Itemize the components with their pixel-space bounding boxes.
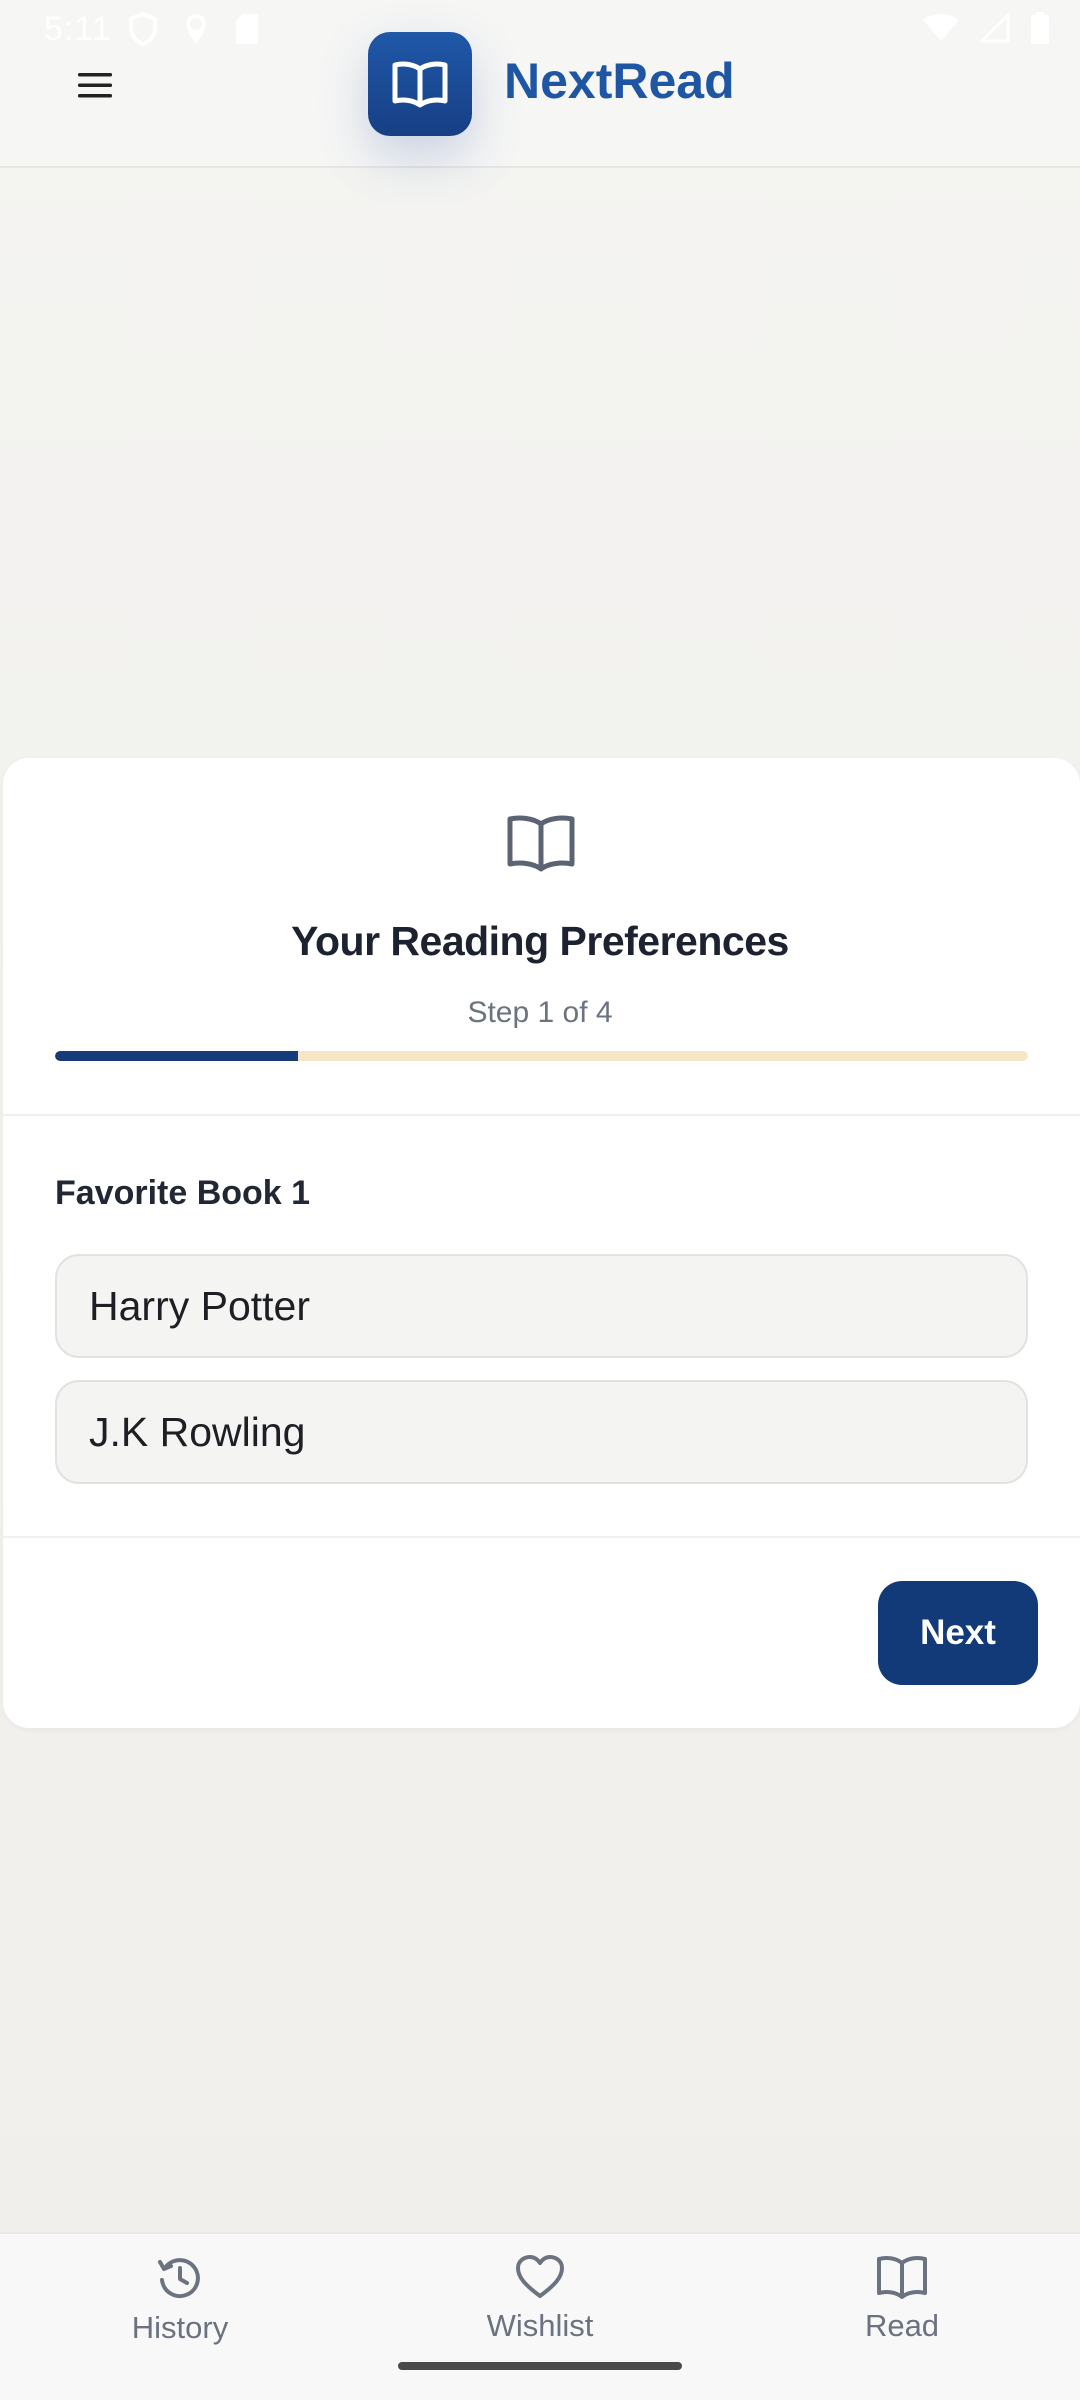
home-indicator xyxy=(398,2362,682,2370)
open-book-icon xyxy=(392,61,448,108)
battery-icon xyxy=(1031,12,1049,44)
nav-item-wishlist[interactable]: Wishlist xyxy=(390,2254,690,2344)
hamburger-menu-icon xyxy=(78,73,112,98)
open-book-outline-icon xyxy=(507,815,575,872)
progress-bar xyxy=(55,1051,1028,1061)
next-button[interactable]: Next xyxy=(878,1581,1038,1685)
history-icon xyxy=(158,2258,200,2299)
heart-icon xyxy=(516,2255,564,2298)
nav-item-read[interactable]: Read xyxy=(752,2254,1052,2344)
progress-fill xyxy=(55,1051,299,1061)
favorite-book-label: Favorite Book 1 xyxy=(55,1174,311,1212)
nav-item-history[interactable]: History xyxy=(30,2254,330,2346)
shield-icon xyxy=(129,12,157,46)
status-bar: 5:11 xyxy=(0,0,1080,64)
book-icon xyxy=(877,2256,927,2299)
book-title-input[interactable] xyxy=(55,1254,1028,1358)
status-left-icons xyxy=(128,12,260,46)
location-icon xyxy=(186,14,206,44)
step-indicator: Step 1 of 4 xyxy=(467,996,613,1029)
nav-label-read: Read xyxy=(864,2308,940,2343)
status-time: 5:11 xyxy=(44,10,112,48)
nav-label-history: History xyxy=(131,2310,229,2345)
card-divider-top xyxy=(3,1114,1080,1116)
author-input[interactable] xyxy=(55,1380,1028,1484)
status-right-icons xyxy=(922,12,1050,44)
bottom-nav: History Wishlist Read xyxy=(0,2232,1080,2400)
app-screen: Next Read 5:11 Your Reading Preferences S… xyxy=(0,0,1080,2400)
signal-icon xyxy=(980,13,1010,43)
wifi-icon xyxy=(923,14,959,41)
card-divider-bottom xyxy=(3,1536,1080,1538)
sd-card-icon xyxy=(236,14,258,44)
card-title: Your Reading Preferences xyxy=(291,918,789,964)
nav-label-wishlist: Wishlist xyxy=(486,2308,594,2343)
